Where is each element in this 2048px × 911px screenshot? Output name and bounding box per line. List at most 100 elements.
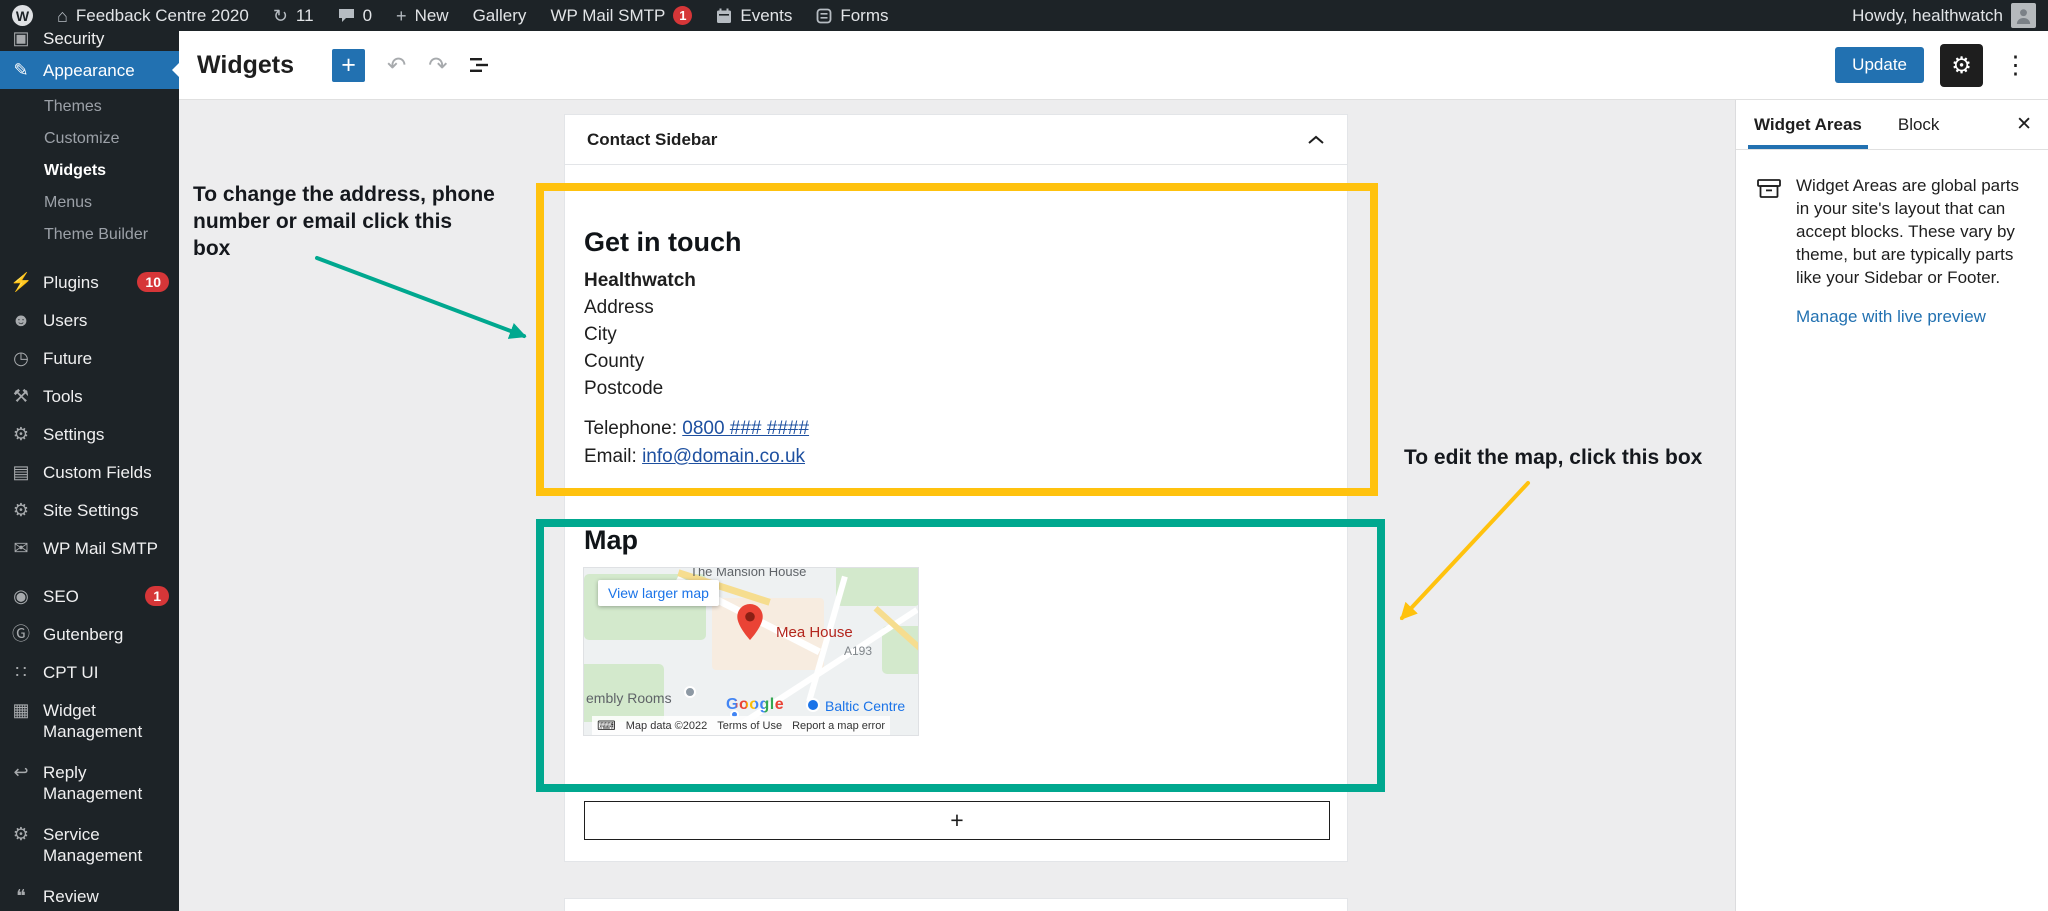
gallery-menu[interactable]: Gallery — [461, 0, 539, 31]
sidebar-subitem-menus[interactable]: Menus — [0, 187, 179, 219]
sidebar-item-settings[interactable]: ⚙ Settings — [0, 415, 179, 453]
events-label: Events — [740, 5, 793, 25]
comments-count: 0 — [362, 5, 373, 25]
close-icon[interactable]: ✕ — [2000, 100, 2048, 149]
tab-widget-areas[interactable]: Widget Areas — [1736, 100, 1880, 149]
map-heading[interactable]: Map — [584, 525, 638, 556]
poi-icon-baltic[interactable] — [806, 698, 820, 712]
tab-block[interactable]: Block — [1880, 100, 1958, 149]
manage-live-preview-link[interactable]: Manage with live preview — [1796, 307, 2021, 327]
widget-management-icon: ▦ — [12, 700, 30, 720]
address-block[interactable]: Healthwatch Address City County Postcode — [584, 267, 696, 402]
appearance-icon: ✎ — [13, 60, 29, 80]
block-inserter-button[interactable]: + — [332, 48, 365, 82]
keyboard-icon[interactable]: ⌨ — [592, 716, 621, 735]
next-widget-area-card[interactable] — [564, 898, 1348, 911]
poi-label-baltic-centre[interactable]: Baltic Centre — [825, 698, 905, 714]
sidebar-item-widget-management[interactable]: ▦ Widget Management — [0, 691, 179, 753]
widget-areas-panel: Widget Areas are global parts in your si… — [1736, 150, 2048, 327]
plugins-badge: 10 — [137, 272, 169, 292]
email-label: Email: — [584, 446, 643, 467]
update-button[interactable]: Update — [1835, 47, 1924, 83]
sidebar-item-plugins[interactable]: ⚡ Plugins 10 — [0, 263, 179, 301]
map-park-area — [836, 568, 918, 606]
map-footer: ⌨ Map data ©2022 Terms of Use Report a m… — [592, 716, 918, 735]
address-line: City — [584, 324, 617, 345]
sidebar-item-label: Appearance — [43, 61, 135, 80]
email-link[interactable]: info@domain.co.uk — [642, 446, 805, 467]
sidebar-subitem-customize[interactable]: Customize — [0, 123, 179, 155]
get-in-touch-heading[interactable]: Get in touch — [584, 227, 742, 258]
list-view-icon[interactable] — [469, 54, 492, 77]
wp-mail-smtp-label: WP Mail SMTP — [550, 5, 666, 25]
map-embed[interactable]: The Mansion House View larger map Mea Ho… — [583, 567, 919, 736]
forms-icon — [816, 8, 832, 23]
org-name: Healthwatch — [584, 270, 696, 291]
account-menu[interactable]: Howdy, healthwatch — [1840, 3, 2048, 28]
widget-area-header[interactable]: Contact Sidebar — [565, 115, 1347, 165]
telephone-label: Telephone: — [584, 418, 683, 439]
events-menu[interactable]: Events — [704, 0, 804, 31]
undo-icon[interactable]: ↶ — [387, 53, 406, 77]
new-menu[interactable]: + New — [384, 0, 461, 31]
sidebar-item-future[interactable]: ◷ Future — [0, 339, 179, 377]
sidebar-item-reply-management[interactable]: ↩ Reply Management — [0, 753, 179, 815]
sidebar-item-wp-mail-smtp[interactable]: ✉ WP Mail SMTP — [0, 529, 179, 567]
terms-of-use-link[interactable]: Terms of Use — [712, 716, 788, 735]
telephone-link[interactable]: 0800 ### #### — [682, 418, 809, 439]
map-attribution: Map data ©2022 — [620, 716, 713, 735]
editor-header: Widgets + ↶ ↷ Update ⚙ ⋮ — [179, 31, 2048, 100]
wp-mail-smtp-badge: 1 — [673, 6, 693, 25]
updates-icon: ↻ — [272, 5, 288, 26]
sidebar-item-cpt-ui[interactable]: ∷ CPT UI — [0, 653, 179, 691]
sidebar-item-gutenberg[interactable]: Ⓖ Gutenberg — [0, 615, 179, 653]
home-icon: ⌂ — [57, 5, 68, 26]
sidebar-item-security[interactable]: ▣ Security — [0, 31, 179, 51]
review-quote-icon: ❝ — [16, 886, 26, 906]
sidebar-subitem-themes[interactable]: Themes — [0, 91, 179, 123]
admin-sidebar: ▣ Security ✎ Appearance Themes Customize… — [0, 31, 179, 911]
redo-icon[interactable]: ↷ — [428, 53, 447, 77]
sidebar-item-custom-fields[interactable]: ▤ Custom Fields — [0, 453, 179, 491]
report-map-error-link[interactable]: Report a map error — [787, 716, 890, 735]
sidebar-item-seo[interactable]: ◉ SEO 1 — [0, 577, 179, 615]
sidebar-item-tools[interactable]: ⚒ Tools — [0, 377, 179, 415]
wordpress-logo-icon: W — [12, 5, 33, 26]
block-appender-button[interactable]: + — [584, 801, 1330, 840]
view-larger-map-button[interactable]: View larger map — [598, 580, 719, 606]
updates-menu[interactable]: ↻ 11 — [261, 0, 326, 31]
new-label: New — [414, 5, 449, 25]
map-pin-icon[interactable] — [737, 604, 763, 640]
settings-toggle-button[interactable]: ⚙ — [1940, 43, 1983, 87]
plus-icon: + — [341, 50, 356, 79]
forms-label: Forms — [840, 5, 889, 25]
sidebar-item-users[interactable]: ☻ Users — [0, 301, 179, 339]
sidebar-item-review[interactable]: ❝ Review — [0, 877, 179, 911]
forms-menu[interactable]: Forms — [804, 0, 900, 31]
gear-icon: ⚙ — [1951, 51, 1972, 78]
wp-mail-smtp-menu[interactable]: WP Mail SMTP 1 — [538, 0, 704, 31]
widget-areas-description: Widget Areas are global parts in your si… — [1796, 176, 2020, 287]
options-menu-icon[interactable]: ⋮ — [1999, 50, 2032, 80]
sidebar-item-service-management[interactable]: ⚙ Service Management — [0, 815, 179, 877]
sidebar-item-appearance[interactable]: ✎ Appearance — [0, 51, 179, 89]
address-line: County — [584, 351, 645, 372]
avatar — [2011, 3, 2036, 28]
security-icon: ▣ — [12, 31, 30, 48]
site-name: Feedback Centre 2020 — [75, 5, 249, 25]
settings-icon: ⚙ — [12, 424, 30, 444]
google-logo: Google — [726, 696, 785, 713]
comments-menu[interactable]: 0 — [326, 0, 384, 31]
appearance-submenu: Themes Customize Widgets Menus Theme Bui… — [0, 89, 179, 263]
sidebar-item-site-settings[interactable]: ⚙ Site Settings — [0, 491, 179, 529]
road-badge-a193: A193 — [844, 644, 873, 658]
site-menu[interactable]: ⌂ Feedback Centre 2020 — [45, 0, 261, 31]
current-menu-arrow — [164, 62, 179, 78]
service-management-icon: ⚙ — [12, 824, 30, 844]
custom-fields-icon: ▤ — [12, 462, 30, 482]
chevron-up-icon[interactable] — [1307, 135, 1325, 145]
sidebar-subitem-theme-builder[interactable]: Theme Builder — [0, 219, 179, 251]
widget-area-card: Contact Sidebar Get in touch Healthwatch… — [564, 114, 1348, 862]
wordpress-menu[interactable]: W — [0, 0, 45, 31]
sidebar-subitem-widgets[interactable]: Widgets — [0, 155, 179, 187]
